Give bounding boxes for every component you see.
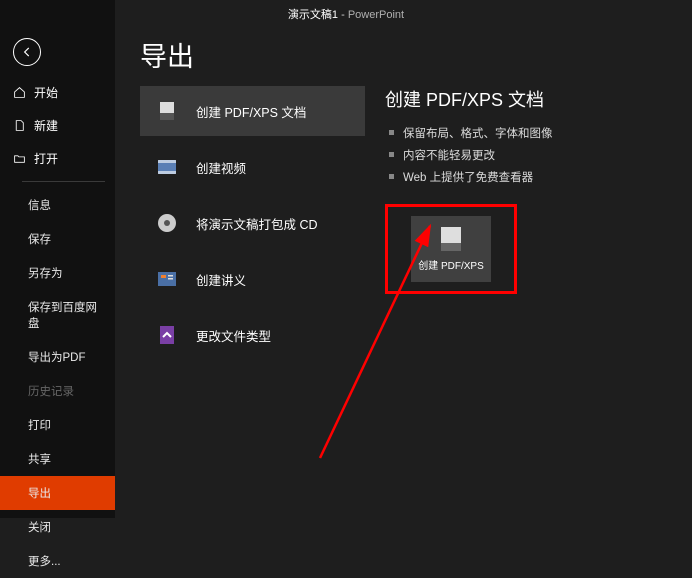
nav-save-baidu[interactable]: 保存到百度网盘 — [0, 290, 115, 340]
export-options: 创建 PDF/XPS 文档创建视频将演示文稿打包成 CD 创建讲义更改文件类型 — [140, 86, 365, 504]
option-create-pdf-xps[interactable]: 创建 PDF/XPS 文档 — [140, 86, 365, 136]
content: 创建 PDF/XPS 文档创建视频将演示文稿打包成 CD创建讲义更改文件类型 创… — [140, 86, 667, 504]
detail-bullet: Web 上提供了免费查看器 — [385, 166, 667, 188]
nav-more[interactable]: 更多... — [0, 544, 115, 578]
nav-label: 开始 — [34, 84, 58, 101]
detail-bullets: 保留布局、格式、字体和图像内容不能轻易更改Web 上提供了免费查看器 — [385, 122, 667, 188]
nav-secondary-group: 信息保存另存为保存到百度网盘导出为PDF历史记录打印共享导出关闭更多... — [0, 188, 115, 578]
home-icon — [13, 86, 26, 99]
folder-open-icon — [13, 152, 26, 165]
option-label: 创建视频 — [196, 158, 246, 177]
nav-home[interactable]: 开始 — [0, 76, 115, 109]
video-icon — [154, 154, 180, 180]
annotation-box: 创建 PDF/XPS — [385, 204, 517, 294]
detail-bullet: 内容不能轻易更改 — [385, 144, 667, 166]
option-create-video[interactable]: 创建视频 — [140, 142, 365, 192]
nav-open[interactable]: 打开 — [0, 142, 115, 175]
option-label: 将演示文稿打包成 CD — [196, 214, 318, 233]
detail-title: 创建 PDF/XPS 文档 — [385, 86, 667, 112]
detail-bullet: 保留布局、格式、字体和图像 — [385, 122, 667, 144]
nav-print[interactable]: 打印 — [0, 408, 115, 442]
nav-save[interactable]: 保存 — [0, 222, 115, 256]
nav-share[interactable]: 共享 — [0, 442, 115, 476]
pdf-icon — [154, 98, 180, 124]
page-title: 导出 — [140, 35, 667, 74]
create-pdf-xps-button[interactable]: 创建 PDF/XPS — [411, 216, 491, 282]
back-button[interactable] — [13, 38, 41, 66]
filetype-icon — [154, 322, 180, 348]
title-sep: - — [338, 9, 348, 21]
nav-export-pdf[interactable]: 导出为PDF — [0, 340, 115, 374]
option-label: 创建 PDF/XPS 文档 — [196, 102, 306, 121]
main-area: 导出 创建 PDF/XPS 文档创建视频将演示文稿打包成 CD创建讲义更改文件类… — [115, 25, 692, 518]
nav-new[interactable]: 新建 — [0, 109, 115, 142]
backstage-sidebar: 开始 新建 打开 信息保存另存为保存到百度网盘导出为PDF历史记录打印共享导出关… — [0, 0, 115, 518]
option-package-cd[interactable]: 将演示文稿打包成 CD — [140, 198, 365, 248]
option-label: 更改文件类型 — [196, 326, 271, 345]
option-create-handouts[interactable]: 创建讲义 — [140, 254, 365, 304]
nav-info[interactable]: 信息 — [0, 188, 115, 222]
title-doc: 演示文稿1 — [288, 9, 338, 21]
nav-primary-group: 开始 新建 打开 — [0, 76, 115, 175]
new-file-icon — [13, 119, 26, 132]
nav-saveas[interactable]: 另存为 — [0, 256, 115, 290]
detail-panel: 创建 PDF/XPS 文档 保留布局、格式、字体和图像内容不能轻易更改Web 上… — [385, 86, 667, 504]
pdf-file-icon — [441, 227, 461, 251]
nav-label: 打开 — [34, 150, 58, 167]
action-label: 创建 PDF/XPS — [418, 257, 484, 272]
nav-export[interactable]: 导出 — [0, 476, 115, 510]
nav-separator — [22, 181, 105, 182]
option-change-file-type[interactable]: 更改文件类型 — [140, 310, 365, 360]
title-app: PowerPoint — [348, 9, 404, 21]
handout-icon — [154, 266, 180, 292]
nav-history: 历史记录 — [0, 374, 115, 408]
nav-close[interactable]: 关闭 — [0, 510, 115, 544]
option-label: 创建讲义 — [196, 270, 246, 289]
nav-label: 新建 — [34, 117, 58, 134]
cd-icon — [154, 210, 180, 236]
back-arrow-icon — [20, 45, 34, 59]
